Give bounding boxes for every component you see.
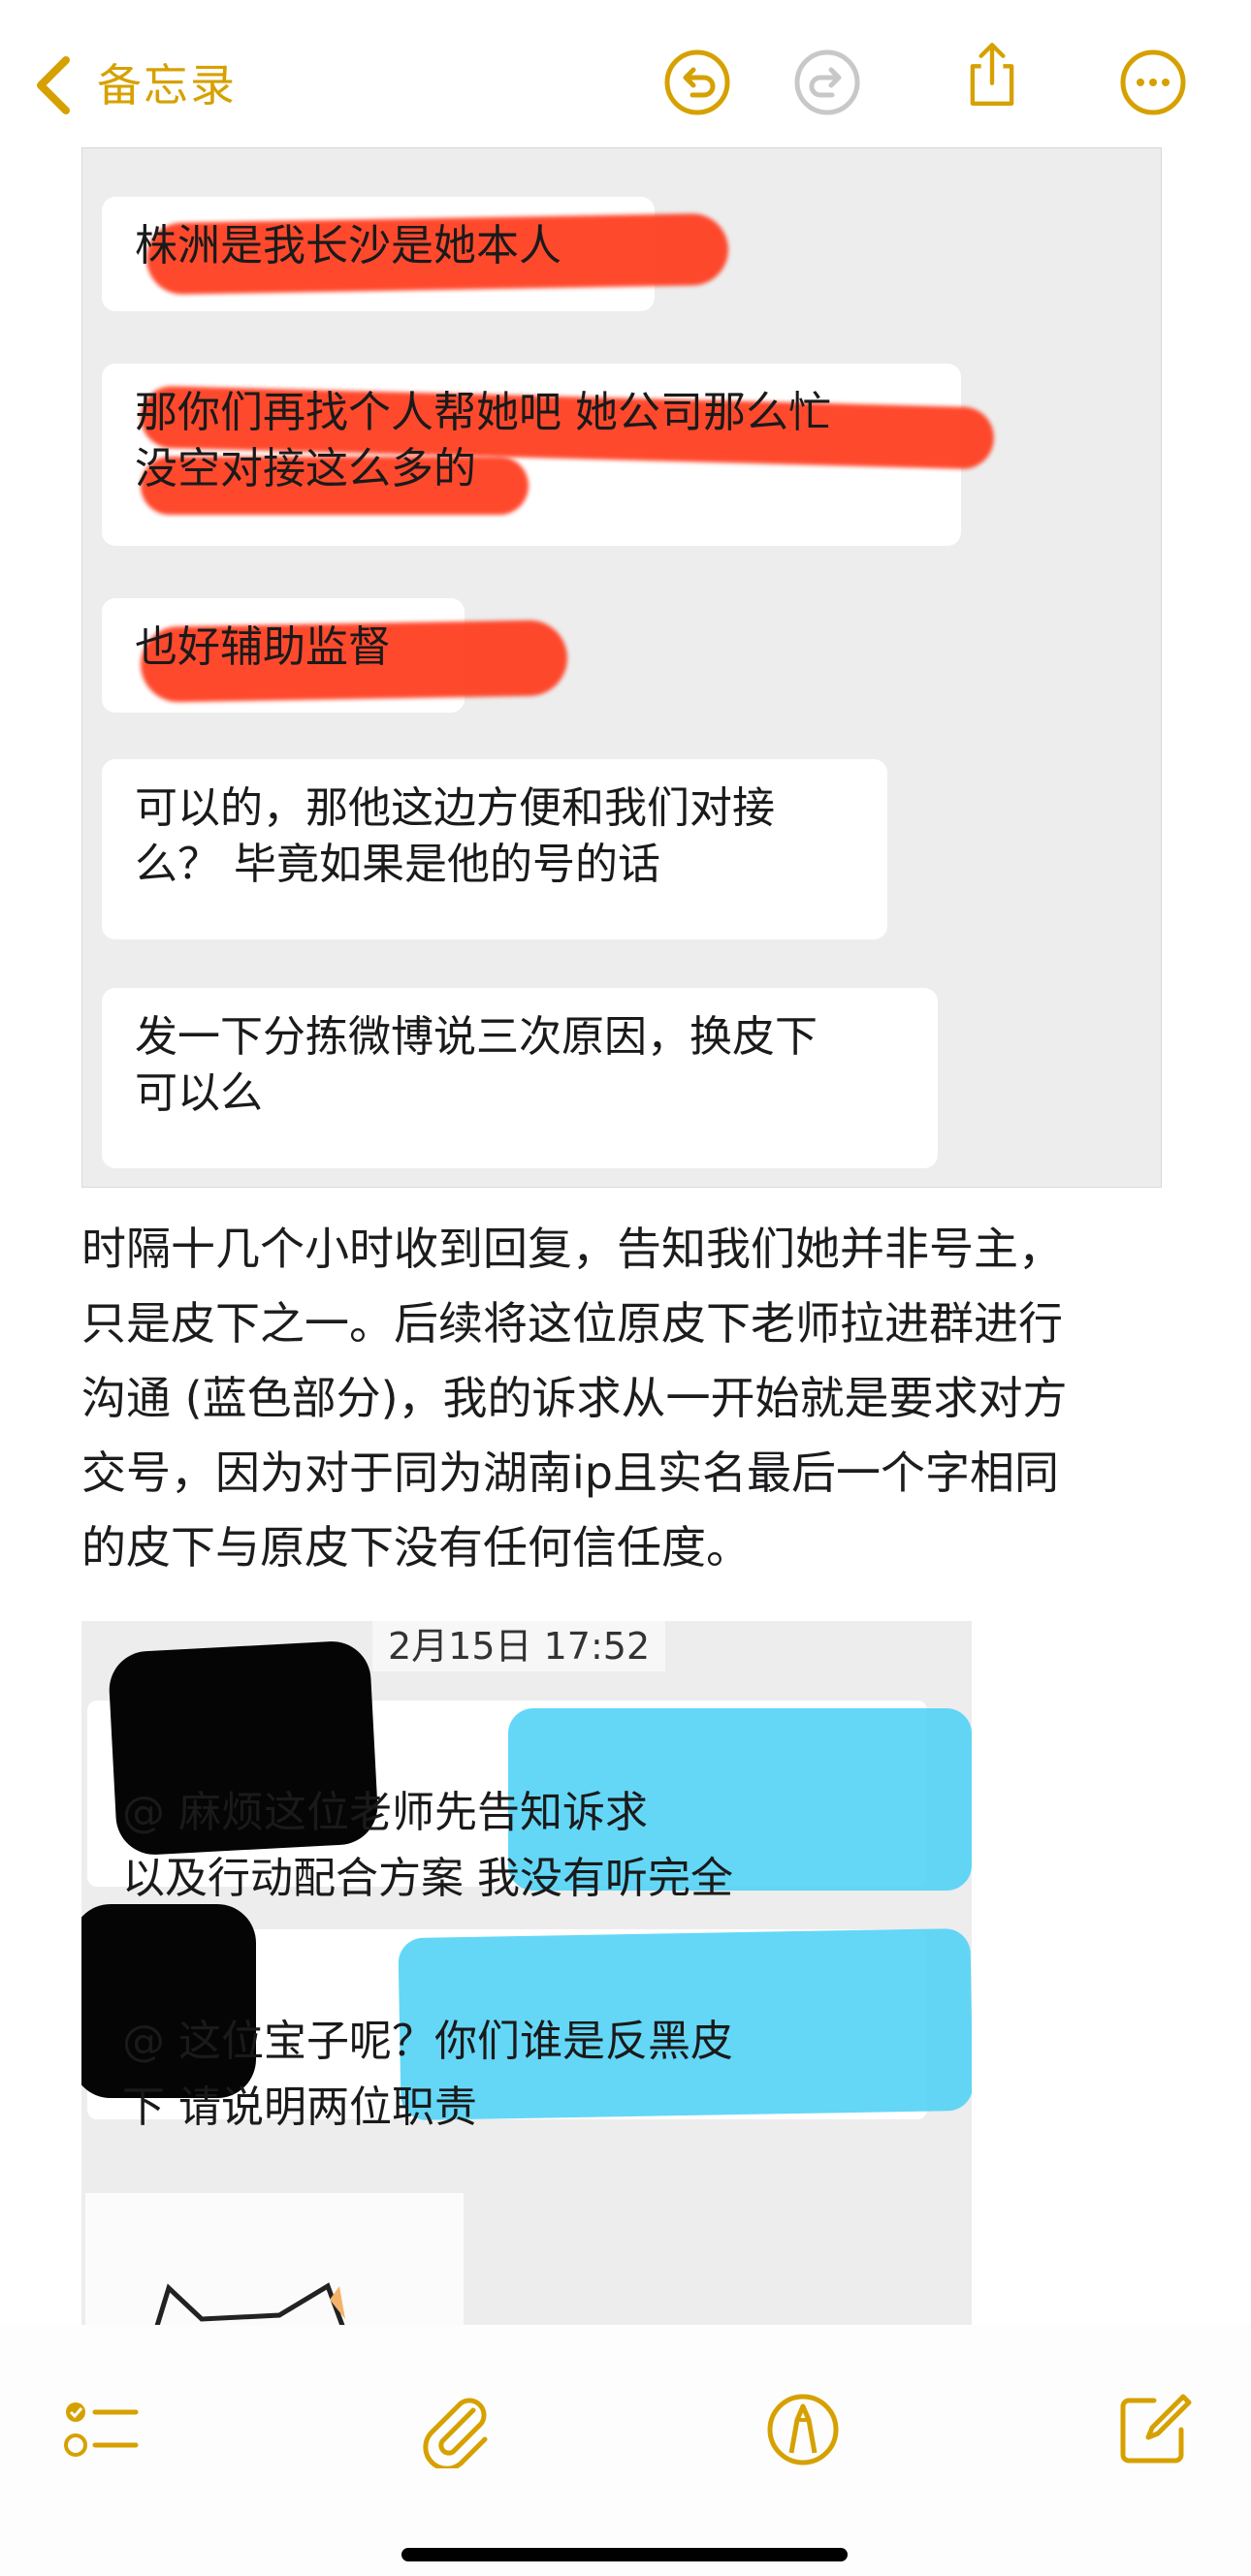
note-paragraph: 时隔十几个小时收到回复，告知我们她并非号主， 只是皮下之一。后续将这位原皮下老师… xyxy=(81,1223,1068,1574)
chat-screenshot-1: 株洲是我长沙是她本人 那你们再找个人帮她吧 她公司那么忙 没空对接这么多的 也好… xyxy=(81,147,1162,1188)
checklist-icon[interactable] xyxy=(62,2391,140,2468)
nav-bar: 备忘录 xyxy=(0,0,1251,145)
message-bubble: 可以的，那他这边方便和我们对接 么？ 毕竟如果是他的号的话 xyxy=(102,759,887,939)
timestamp: 2月15日 17:52 xyxy=(372,1621,666,1671)
message-bubble: 株洲是我长沙是她本人 xyxy=(102,197,729,311)
message-bubble: 也好辅助监督 xyxy=(102,598,568,713)
message-bubble: 发一下分拣微博说三次原因，换皮下 可以么 xyxy=(102,988,938,1168)
home-indicator xyxy=(401,2548,848,2561)
paperclip-icon[interactable] xyxy=(417,2391,495,2468)
more-icon[interactable] xyxy=(1119,48,1187,116)
back-button[interactable]: 备忘录 xyxy=(97,56,237,114)
sticker-image xyxy=(85,2193,464,2329)
compose-icon[interactable] xyxy=(1115,2391,1193,2468)
redo-icon[interactable] xyxy=(793,48,861,116)
share-icon[interactable] xyxy=(958,41,1026,109)
message-text: 那你们再找个人帮她吧 她公司那么忙 没空对接这么多的 xyxy=(135,388,831,493)
bottom-toolbar xyxy=(0,2325,1251,2576)
message-text: 也好辅助监督 xyxy=(135,622,391,672)
message-bubble: 那你们再找个人帮她吧 她公司那么忙 没空对接这么多的 xyxy=(102,364,995,546)
cat-sticker-icon xyxy=(153,2282,346,2329)
chat-screenshot-2: 2月15日 17:52 @ 麻烦这位老师先告知诉求 以及行动配合方案 我没有听完… xyxy=(81,1621,972,2329)
undo-icon[interactable] xyxy=(663,48,731,116)
message-text: 株洲是我长沙是她本人 xyxy=(135,221,561,270)
redaction-black xyxy=(81,1904,256,2098)
message-text: 可以的，那他这边方便和我们对接 么？ 毕竟如果是他的号的话 xyxy=(135,783,775,889)
chevron-left-icon[interactable] xyxy=(33,54,76,116)
message-text: 发一下分拣微博说三次原因，换皮下 可以么 xyxy=(135,1012,818,1118)
markup-icon[interactable] xyxy=(764,2391,842,2468)
